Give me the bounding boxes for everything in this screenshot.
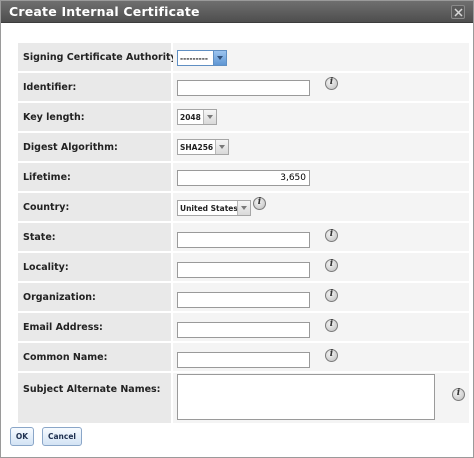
email-address-label: Email Address:: [23, 322, 103, 333]
close-button[interactable]: [451, 5, 465, 19]
organization-input[interactable]: [177, 292, 310, 308]
identifier-input[interactable]: [177, 80, 310, 96]
row-lifetime: Lifetime:: [18, 163, 469, 191]
row-common-name: Common Name:: [18, 343, 469, 371]
row-country: Country: United States: [18, 193, 469, 221]
common-name-label: Common Name:: [23, 352, 108, 363]
lifetime-label: Lifetime:: [23, 172, 71, 183]
row-signing-ca: Signing Certificate Authority: ---------: [18, 43, 469, 71]
subject-alternate-names-label: Subject Alternate Names:: [23, 384, 161, 395]
info-icon[interactable]: [325, 77, 338, 90]
row-state: State:: [18, 223, 469, 251]
lifetime-input[interactable]: [177, 170, 310, 186]
country-label: Country:: [23, 202, 70, 213]
key-length-select[interactable]: 2048: [177, 109, 217, 125]
country-value: United States: [180, 204, 238, 213]
info-icon[interactable]: [325, 229, 338, 242]
signing-ca-select[interactable]: ---------: [177, 50, 227, 66]
info-icon[interactable]: [452, 388, 465, 401]
info-icon[interactable]: [253, 197, 266, 210]
row-key-length: Key length: 2048: [18, 103, 469, 131]
digest-algorithm-select[interactable]: SHA256: [177, 139, 229, 155]
state-label: State:: [23, 232, 56, 243]
subject-alternate-names-textarea[interactable]: [177, 374, 435, 420]
info-icon[interactable]: [325, 289, 338, 302]
locality-input[interactable]: [177, 262, 310, 278]
chevron-down-icon: [203, 110, 216, 124]
locality-label: Locality:: [23, 262, 69, 273]
row-identifier: Identifier:: [18, 73, 469, 101]
organization-label: Organization:: [23, 292, 96, 303]
info-icon[interactable]: [325, 259, 338, 272]
signing-ca-label: Signing Certificate Authority:: [23, 52, 181, 63]
identifier-label: Identifier:: [23, 82, 77, 93]
row-locality: Locality:: [18, 253, 469, 281]
row-subject-alternate-names: Subject Alternate Names:: [18, 373, 469, 423]
row-email-address: Email Address:: [18, 313, 469, 341]
chevron-down-icon: [213, 51, 226, 65]
state-input[interactable]: [177, 232, 310, 248]
dialog-title: Create Internal Certificate: [9, 4, 200, 19]
row-digest-algorithm: Digest Algorithm: SHA256: [18, 133, 469, 161]
cancel-button[interactable]: Cancel: [42, 427, 82, 446]
digest-algorithm-value: SHA256: [180, 143, 214, 152]
chevron-down-icon: [215, 140, 228, 154]
chevron-down-icon: [237, 201, 250, 215]
email-address-input[interactable]: [177, 322, 310, 338]
create-certificate-dialog: Create Internal Certificate Signing Cert…: [0, 0, 474, 458]
digest-algorithm-label: Digest Algorithm:: [23, 142, 118, 153]
common-name-input[interactable]: [177, 352, 310, 368]
dialog-titlebar[interactable]: Create Internal Certificate: [1, 1, 473, 23]
signing-ca-value: ---------: [180, 54, 209, 63]
info-icon[interactable]: [325, 319, 338, 332]
key-length-label: Key length:: [23, 112, 85, 123]
country-select[interactable]: United States: [177, 200, 251, 216]
info-icon[interactable]: [325, 349, 338, 362]
ok-button[interactable]: OK: [10, 427, 34, 446]
key-length-value: 2048: [180, 113, 201, 122]
close-icon: [454, 8, 463, 17]
row-organization: Organization:: [18, 283, 469, 311]
